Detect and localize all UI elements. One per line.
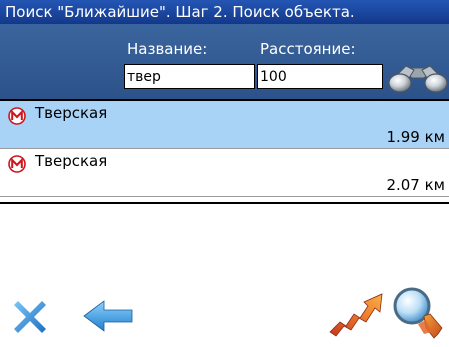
list-bottom-divider <box>0 202 449 204</box>
result-distance: 2.07 км <box>386 176 445 194</box>
route-icon[interactable] <box>328 288 388 338</box>
result-list: Тверская 1.99 км Тверская 2.07 км <box>0 101 449 197</box>
search-form: Название: Расстояние: <box>0 24 449 99</box>
metro-icon <box>8 107 26 125</box>
result-distance: 1.99 км <box>386 128 445 146</box>
metro-icon <box>8 155 26 173</box>
close-icon[interactable] <box>10 297 50 337</box>
result-row[interactable]: Тверская 1.99 км <box>0 101 449 149</box>
back-arrow-icon[interactable] <box>82 299 134 333</box>
result-name: Тверская <box>35 152 108 170</box>
distance-label: Расстояние: <box>260 40 356 58</box>
result-name: Тверская <box>35 104 108 122</box>
window-title: Поиск "Ближайшие". Шаг 2. Поиск объекта. <box>0 0 449 24</box>
name-input[interactable] <box>124 64 255 89</box>
name-label: Название: <box>127 40 208 58</box>
result-row[interactable]: Тверская 2.07 км <box>0 149 449 197</box>
binoculars-icon[interactable] <box>388 56 448 96</box>
distance-input[interactable] <box>257 64 383 89</box>
search-magnifier-icon[interactable] <box>390 284 446 342</box>
